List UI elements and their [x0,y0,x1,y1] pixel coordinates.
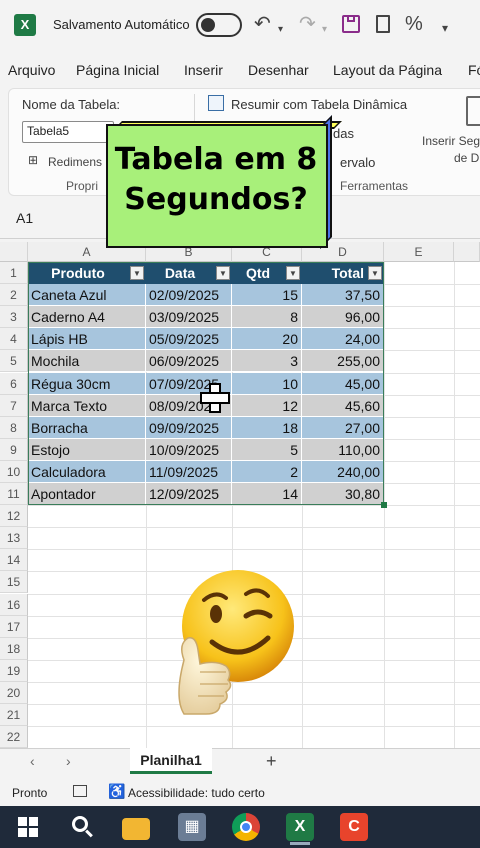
row-header[interactable]: 8 [0,416,28,439]
column-header-e[interactable]: E [384,242,454,262]
save-icon[interactable] [342,15,360,33]
row-header[interactable]: 11 [0,483,28,506]
tools-group-label: Ferramentas [340,179,409,193]
slicer-icon [466,96,480,126]
table-name-label: Nome da Tabela: [22,97,121,112]
row-header[interactable]: 21 [0,704,28,727]
sheet-tab-bar [0,748,480,778]
cell-cursor-icon [200,383,230,413]
remove-duplicates-button[interactable]: das [333,126,354,141]
row-header[interactable]: 12 [0,505,28,528]
undo-dropdown-icon[interactable]: ▾ [278,18,283,42]
excel-logo-icon: X [14,14,36,36]
row-header[interactable]: 15 [0,571,28,594]
gridline [454,262,455,748]
chrome-icon[interactable] [232,813,260,841]
row-header[interactable]: 22 [0,726,28,748]
windows-start-icon[interactable] [14,813,42,841]
column-header-f[interactable] [454,242,480,262]
menu-formulas[interactable]: Fó [468,62,480,78]
next-sheet-icon[interactable]: › [66,753,71,769]
popup-text: Tabela em 8 Segundos? [108,140,324,220]
calculator-icon[interactable]: ▦ [178,813,206,841]
row-header[interactable]: 6 [0,372,28,395]
gridline [28,726,480,728]
row-header[interactable]: 4 [0,328,28,351]
gridline [28,505,480,507]
menu-desenhar[interactable]: Desenhar [248,62,309,78]
pivot-table-icon [208,95,224,111]
macro-record-icon[interactable] [73,785,87,797]
menu-inserir[interactable]: Inserir [184,62,223,78]
customize-toolbar-icon[interactable]: ▾ [442,16,448,40]
accessibility-status[interactable]: Acessibilidade: tudo certo [128,786,265,800]
row-header[interactable]: 2 [0,284,28,307]
row-header[interactable]: 3 [0,306,28,329]
properties-group-label: Propri [66,179,99,193]
resize-table-button[interactable]: Redimens [48,155,102,169]
autosave-toggle[interactable] [196,13,242,37]
row-header[interactable]: 19 [0,659,28,682]
status-ready: Pronto [12,786,48,800]
menu-layout-pagina[interactable]: Layout da Página [333,62,442,78]
redo-dropdown-icon[interactable]: ▾ [322,18,327,42]
row-header[interactable]: 13 [0,527,28,550]
winking-thumbs-up-emoji-icon [178,570,294,715]
table-name-input[interactable]: Tabela5 [22,121,114,143]
add-sheet-button[interactable]: + [266,751,277,772]
undo-icon[interactable]: ↶ [254,12,271,36]
row-header[interactable]: 1 [0,262,28,285]
gridline [28,527,480,529]
sheet-tab-planilha1[interactable]: Planilha1 [130,748,212,774]
insert-slicer-button[interactable]: Inserir Seg [422,134,480,148]
percent-icon[interactable]: % [405,12,423,36]
table-resize-handle[interactable] [381,502,387,509]
pivot-table-button[interactable]: Resumir com Tabela Dinâmica [231,97,407,112]
convert-range-button[interactable]: ervalo [340,155,375,170]
redo-icon[interactable]: ↷ [299,12,316,36]
insert-slicer-button-line2: de D [454,151,480,165]
row-header[interactable]: 5 [0,350,28,373]
canva-like-app-icon[interactable]: C [340,813,368,841]
popup-line-2: Segundos? [124,182,308,217]
row-header[interactable]: 9 [0,438,28,461]
row-header[interactable]: 10 [0,460,28,483]
name-box[interactable]: A1 [8,206,78,232]
resize-table-icon: ⊞ [28,153,39,167]
menu-pagina-inicial[interactable]: Página Inicial [76,62,159,78]
select-all-corner[interactable] [0,242,28,262]
gridline [28,549,480,551]
menu-arquivo[interactable]: Arquivo [8,62,55,78]
row-header[interactable]: 16 [0,593,28,616]
new-file-icon[interactable] [376,15,390,33]
row-header[interactable]: 18 [0,637,28,660]
search-icon[interactable] [68,813,96,841]
prev-sheet-icon[interactable]: ‹ [30,753,35,769]
excel-taskbar-icon[interactable]: X [286,813,314,841]
popup-line-1: Tabela em 8 [114,142,318,177]
row-header[interactable]: 17 [0,615,28,638]
row-header[interactable]: 20 [0,681,28,704]
accessibility-icon[interactable]: ♿ [108,783,125,800]
autosave-label: Salvamento Automático [53,17,190,32]
file-explorer-icon[interactable] [122,818,150,840]
active-app-indicator [290,842,310,845]
row-header[interactable]: 7 [0,394,28,417]
row-header[interactable]: 14 [0,549,28,572]
